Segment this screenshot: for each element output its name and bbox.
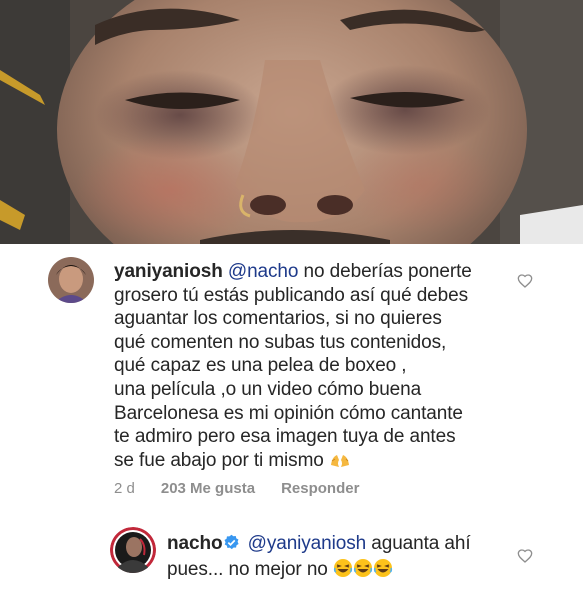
comment-line-5: qué capaz es una pelea de boxeo ,: [114, 355, 407, 377]
like-comment-heart-icon[interactable]: [517, 273, 533, 289]
like-reply-heart-icon[interactable]: [517, 548, 533, 564]
reply-line-1: aguanta ahí: [366, 533, 471, 554]
comment-time: 2 d: [114, 480, 135, 497]
laughing-face-icon: [373, 558, 393, 585]
hands-icon: [329, 451, 351, 476]
comment-line-9: se fue abajo por ti mismo: [114, 449, 329, 471]
comment-body: yaniyaniosh @nacho no deberías ponerte g…: [114, 260, 534, 475]
verified-badge-icon: [223, 534, 240, 558]
comment-likes-count[interactable]: 203 Me gusta: [161, 480, 255, 497]
comment-line-1: no deberías ponerte: [298, 261, 472, 282]
comment-line-3: aguantar los comentarios, si no quieres: [114, 308, 442, 330]
comment-line-7: Barcelonesa es mi opinión cómo cantante: [114, 402, 463, 424]
comment-line-6: una película ,o un video cómo buena: [114, 378, 422, 400]
reply-line-2: pues... no mejor no: [167, 558, 333, 580]
reply-username[interactable]: nacho: [167, 533, 223, 554]
avatar-yaniyaniosh[interactable]: [48, 257, 94, 303]
comment-meta-row: 2 d 203 Me gusta Responder: [114, 480, 385, 497]
avatar-nacho[interactable]: [110, 527, 156, 573]
post-photo: [0, 0, 583, 244]
reply-body: nacho @yaniyaniosh aguanta ahí pues... n…: [167, 532, 517, 584]
comment-line-2: grosero tú estás publicando así qué debe…: [114, 284, 468, 306]
laughing-face-icon: [353, 558, 373, 585]
laughing-face-icon: [333, 558, 353, 585]
comment-username[interactable]: yaniyaniosh: [114, 261, 223, 282]
comment-line-8: te admiro pero esa imagen tuya de antes: [114, 426, 456, 448]
comment-line-4: qué comenten no subas tus contenidos,: [114, 331, 447, 353]
comment-reply-button[interactable]: Responder: [281, 480, 359, 497]
face-photo-image: [0, 0, 583, 244]
comment-mention-link[interactable]: @nacho: [228, 261, 299, 282]
reply-mention-link[interactable]: @yaniyaniosh: [248, 533, 367, 554]
